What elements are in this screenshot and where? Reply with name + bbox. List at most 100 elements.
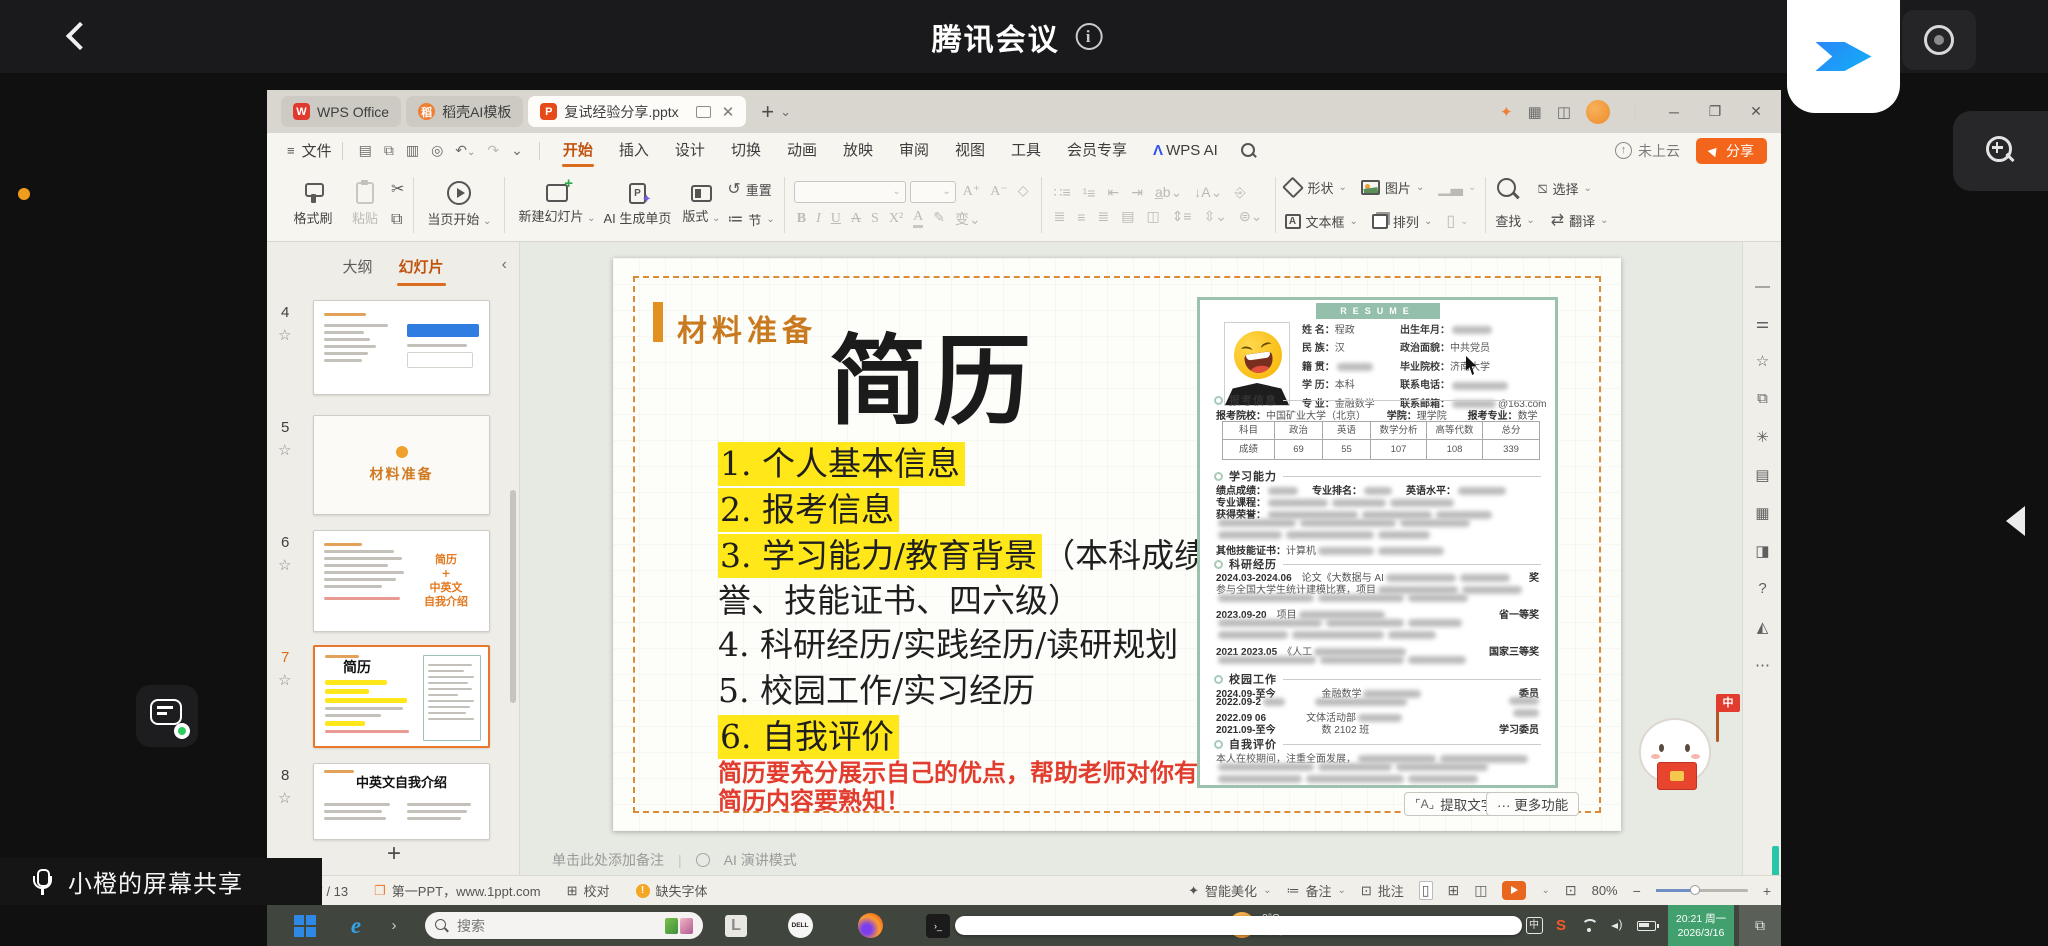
zoom-slider[interactable] (1655, 885, 1748, 895)
resume-image[interactable]: RESUME 姓 名：程政 民 族：汉 籍 贯： 学 历：本科 专 业：金融数学… (1197, 297, 1558, 788)
file-explorer-icon[interactable]: L (719, 905, 753, 946)
proofread-button[interactable]: ⊞ 校对 (567, 881, 610, 900)
reset-button[interactable]: ↺ 重置 (727, 177, 774, 203)
menu-search-icon[interactable] (1240, 142, 1257, 159)
tab-list-caret-icon[interactable]: ⌄ (780, 104, 791, 120)
notes-bar[interactable]: 单击此处添加备注 | AI 演讲模式 (520, 845, 1742, 875)
smart-beautify-button[interactable]: ✦ 智能美化 ⌄ (1188, 881, 1271, 900)
taskbar-chevron-icon[interactable]: › (383, 905, 405, 946)
shapes-panel-icon[interactable]: ⧉ (1743, 390, 1781, 407)
menu-animation[interactable]: 动画 (774, 133, 830, 168)
more-actions-caret-icon[interactable]: ⌄ (511, 142, 523, 159)
star-icon[interactable]: ☆ (278, 556, 291, 574)
play-from-current-button[interactable]: 当页开始 ⌄ (423, 174, 495, 236)
thumbnail-slide-7-selected[interactable]: 简历 (313, 645, 490, 748)
menu-view[interactable]: 视图 (942, 133, 998, 168)
chart-button[interactable]: ▁▃ ⌄ (1438, 175, 1476, 201)
print-icon[interactable]: ▥ (406, 142, 419, 159)
meeting-info-icon[interactable]: i (1075, 23, 1103, 50)
superscript-button[interactable]: X² (889, 211, 903, 227)
template-credit[interactable]: ❐ 第一PPT，www.1ppt.com (374, 881, 540, 900)
more-functions-button[interactable]: ··· 更多功能 (1486, 792, 1580, 816)
missing-font-warning[interactable]: ! 缺失字体 (635, 881, 708, 900)
back-icon[interactable] (62, 22, 92, 52)
cloud-status[interactable]: ↑ 未上云 (1615, 141, 1680, 161)
star-favorites-icon[interactable]: ☆ (1743, 352, 1781, 370)
smartart-icon[interactable]: ⎆ (1234, 184, 1245, 201)
share-button[interactable]: 分享 (1696, 137, 1767, 164)
text-direction-icon[interactable]: ↓A⌄ (1194, 184, 1222, 201)
help-icon[interactable]: ? (1743, 580, 1781, 597)
notification-center-icon[interactable]: ⧉ (1739, 905, 1781, 946)
align-right-icon[interactable]: ≣ (1097, 208, 1109, 225)
menu-wps-ai[interactable]: Λ WPS AI (1140, 133, 1231, 168)
ai-speech-mode[interactable]: AI 演讲模式 (724, 850, 797, 870)
zoom-in-icon[interactable]: + (1763, 883, 1771, 899)
notes-button[interactable]: ≔ 备注 ⌄ (1286, 881, 1345, 900)
select-button[interactable]: ⧅ 选择 ⌄ (1537, 176, 1592, 202)
normal-view-icon[interactable]: ▯ (1418, 881, 1433, 900)
clear-format-icon[interactable]: ◇ (1018, 183, 1029, 200)
font-family-select[interactable]: ⌄ (793, 180, 906, 203)
reading-view-icon[interactable]: ◫ (1474, 882, 1487, 899)
magic-beautify-icon[interactable]: ✳ (1743, 428, 1781, 446)
thumbnail-slide-6[interactable]: 简历 + 中英文 自我介绍 (313, 530, 490, 632)
tab-slides[interactable]: 幻灯片 (396, 256, 446, 286)
zoom-slider-handle[interactable] (1689, 885, 1700, 895)
skin-icon[interactable]: ✦ (1500, 103, 1513, 121)
menu-insert[interactable]: 插入 (606, 133, 662, 168)
collapse-panel-arrow[interactable] (2006, 506, 2025, 536)
char-border-icon[interactable]: a̲b⌄ (1155, 184, 1182, 201)
columns-icon[interactable]: ◫ (1146, 208, 1159, 225)
menu-home[interactable]: 开始 (550, 133, 606, 168)
undo-icon[interactable]: ↶⌄ (455, 142, 475, 159)
indent-icon[interactable]: ⇥ (1131, 184, 1143, 201)
strike-button[interactable]: A (851, 211, 861, 227)
increase-font-icon[interactable]: A⁺ (963, 183, 981, 200)
menu-file[interactable]: ≡ 文件 (287, 140, 332, 161)
notes-placeholder[interactable]: 单击此处添加备注 (552, 850, 664, 870)
tab-docer-ai[interactable]: 稻 稻壳AI模板 (406, 96, 524, 127)
font-color-button[interactable]: A (913, 209, 924, 228)
firefox-icon[interactable] (853, 905, 887, 946)
thumbnail-slide-5[interactable]: 材料准备 (313, 415, 490, 515)
bold-button[interactable]: B (797, 211, 806, 227)
fit-window-icon[interactable]: ⊡ (1565, 882, 1577, 899)
copy-button[interactable]: ⧉ (391, 207, 404, 233)
shape-button[interactable]: 形状 ⌄ (1281, 175, 1347, 201)
reference-search-icon[interactable]: ◨ (1743, 542, 1781, 560)
bullets-icon[interactable]: ∷≡ (1054, 184, 1071, 201)
slide-master-button[interactable]: ▯ ⌄ (1446, 209, 1468, 235)
text-align-vertical-icon[interactable]: ⊜⌄ (1239, 208, 1262, 225)
comment-panel-icon[interactable]: ◭ (1743, 618, 1781, 636)
para-spacing-icon[interactable]: ⇳⌄ (1204, 208, 1227, 225)
output-icon[interactable]: ⧉ (384, 142, 394, 159)
find-button[interactable]: 查找 ⌄ (1495, 208, 1534, 234)
panel-collapse-icon[interactable]: ‹ (502, 256, 507, 274)
battery-icon[interactable] (1631, 905, 1661, 946)
section-button[interactable]: ≔ 节 ⌄ (727, 207, 774, 233)
cut-button[interactable]: ✂ (391, 177, 404, 203)
redo-icon[interactable]: ↷ (487, 142, 499, 159)
tab-outline[interactable]: 大纲 (342, 256, 372, 277)
sorter-view-icon[interactable]: ⊞ (1448, 882, 1460, 899)
align-left-icon[interactable]: ≣ (1054, 208, 1066, 225)
minimize-button[interactable]: ─ (1661, 104, 1687, 120)
menu-slideshow[interactable]: 放映 (830, 133, 886, 168)
sogou-icon[interactable]: S (1549, 905, 1573, 946)
ai-assistant-button[interactable] (136, 685, 198, 747)
menu-review[interactable]: 审阅 (886, 133, 942, 168)
taskbar-clock[interactable]: 20:21 周一 2026/3/16 (1668, 905, 1734, 946)
menu-member[interactable]: 会员专享 (1054, 133, 1140, 168)
search-large-icon[interactable] (1495, 176, 1521, 202)
translate-button[interactable]: ⇄ 翻译 ⌄ (1551, 208, 1609, 234)
restore-button[interactable]: ❐ (1702, 103, 1728, 120)
zoom-level[interactable]: 80% (1592, 883, 1618, 898)
template-icon[interactable]: ▤ (1743, 466, 1781, 484)
textbox-button[interactable]: A 文本框 ⌄ (1284, 209, 1358, 235)
paste-button[interactable]: 粘贴 (339, 174, 391, 236)
new-slide-button[interactable]: 新建幻灯片 ⌄ (514, 174, 599, 236)
tab-current-pptx[interactable]: P 复试经验分享.pptx ✕ (528, 96, 747, 127)
collapse-sidebar-icon[interactable]: — (1743, 278, 1781, 295)
play-options-caret-icon[interactable]: ⌄ (1541, 885, 1549, 896)
